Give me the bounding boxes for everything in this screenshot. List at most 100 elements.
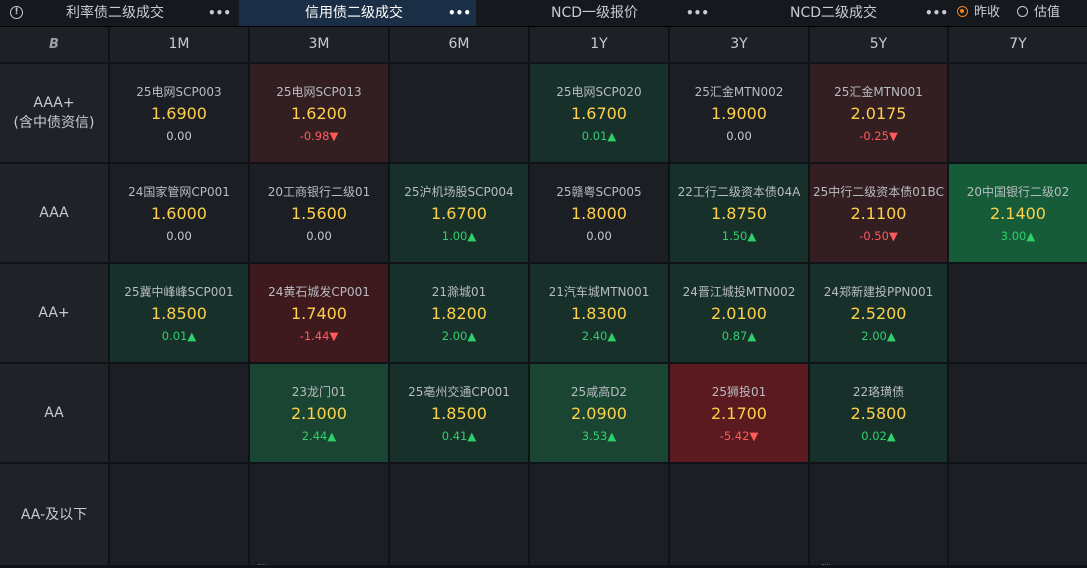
bond-cell[interactable]: 25咸高D2 2.0900 3.53▲ (530, 364, 668, 462)
bond-cell[interactable]: 21滁城01 1.8200 2.00▲ (390, 264, 528, 362)
bond-name: 24黄石城发CP001 (268, 285, 370, 299)
bond-name: 25冀中峰峰SCP001 (124, 285, 234, 299)
resize-grip[interactable] (822, 564, 830, 568)
bond-change: 0.87▲ (721, 329, 757, 343)
rating-label-line: (含中债资信) (13, 115, 95, 131)
empty-cell (250, 464, 388, 565)
tenor-header-1m[interactable]: 1M (110, 27, 248, 62)
bond-name: 22工行二级资本债04A (677, 185, 801, 199)
bond-cell[interactable]: 24晋江城投MTN002 2.0100 0.87▲ (670, 264, 808, 362)
tenor-header-6m[interactable]: 6M (390, 27, 528, 62)
bond-name: 25沪机场股SCP004 (404, 185, 514, 199)
bond-cell[interactable]: 25中行二级资本债01BC 2.1100 -0.50▼ (810, 164, 947, 262)
bond-yield: 1.6000 (151, 204, 207, 223)
tab-label: 信用债二级成交 (305, 5, 403, 21)
rating-label-line: AA-及以下 (20, 506, 88, 523)
bond-cell[interactable]: 23龙门01 2.1000 2.44▲ (250, 364, 388, 462)
bond-name: 25电网SCP013 (276, 85, 362, 99)
bond-yield: 2.5200 (850, 304, 907, 323)
bond-yield: 1.6700 (571, 104, 627, 123)
more-icon[interactable]: ••• (686, 0, 709, 26)
empty-cell (530, 464, 668, 565)
more-icon[interactable]: ••• (925, 0, 948, 26)
bond-yield: 1.8750 (711, 204, 767, 223)
bond-change: 1.00▲ (441, 229, 477, 243)
bond-name: 25汇金MTN002 (694, 85, 784, 99)
bond-yield: 1.9000 (711, 104, 767, 123)
more-icon[interactable]: ••• (448, 0, 471, 26)
bond-cell[interactable]: 25亳州交通CP001 1.8500 0.41▲ (390, 364, 528, 462)
bond-name: 25亳州交通CP001 (408, 385, 510, 399)
bond-yield: 2.1400 (990, 204, 1046, 223)
bond-cell[interactable]: 24郑新建投PPN001 2.5200 2.00▲ (810, 264, 947, 362)
bond-yield: 2.5800 (850, 404, 907, 423)
bond-cell[interactable]: 25冀中峰峰SCP001 1.8500 0.01▲ (110, 264, 248, 362)
empty-cell (949, 464, 1087, 565)
bond-cell[interactable]: 21汽车城MTN001 1.8300 2.40▲ (530, 264, 668, 362)
empty-cell (110, 464, 248, 565)
bond-cell[interactable]: 25赣粤SCP005 1.8000 0.00 (530, 164, 668, 262)
empty-cell (949, 364, 1087, 462)
tab-ncd-primary-quote[interactable]: NCD一级报价 ••• (478, 0, 715, 26)
rating-label-text: AA (44, 403, 64, 423)
bond-cell[interactable]: 20工商银行二级01 1.5600 0.00 (250, 164, 388, 262)
bond-yield: 2.1000 (291, 404, 347, 423)
bond-name: 20工商银行二级01 (267, 185, 371, 199)
tab-rate-bond-secondary[interactable]: 利率债二级成交 ••• (30, 0, 237, 26)
rating-label-line: AAA (39, 205, 69, 221)
bond-name: 25咸高D2 (570, 385, 628, 399)
tenor-header-1y[interactable]: 1Y (530, 27, 668, 62)
bond-yield: 1.8300 (571, 304, 627, 323)
rating-label-line: AA+ (38, 305, 70, 321)
rating-label-text: AA-及以下 (21, 505, 87, 525)
empty-cell (390, 64, 528, 162)
tab-label: NCD一级报价 (551, 5, 639, 21)
bond-change: -0.98▼ (299, 129, 339, 143)
bond-cell[interactable]: 25汇金MTN002 1.9000 0.00 (670, 64, 808, 162)
bond-change: 0.00 (166, 229, 192, 243)
bond-yield: 1.8500 (151, 304, 207, 323)
tab-credit-bond-secondary[interactable]: 信用债二级成交 ••• (239, 0, 476, 26)
rating-label-text: AAA+ (含中债资信) (14, 93, 95, 133)
rating-label: AA (0, 364, 108, 462)
resize-grip[interactable] (258, 564, 266, 568)
bond-yield: 1.7400 (291, 304, 347, 323)
bond-name: 24晋江城投MTN002 (682, 285, 796, 299)
more-icon[interactable]: ••• (208, 0, 231, 26)
bond-cell[interactable]: 25狮投01 2.1700 -5.42▼ (670, 364, 808, 462)
bond-yield: 1.5600 (291, 204, 347, 223)
bond-cell[interactable]: 25电网SCP003 1.6900 0.00 (110, 64, 248, 162)
empty-cell (949, 64, 1087, 162)
tenor-header-7y[interactable]: 7Y (949, 27, 1087, 62)
bond-cell[interactable]: 22工行二级资本债04A 1.8750 1.50▲ (670, 164, 808, 262)
empty-cell (670, 464, 808, 565)
bond-cell[interactable]: 25沪机场股SCP004 1.6700 1.00▲ (390, 164, 528, 262)
bond-cell[interactable]: 25电网SCP020 1.6700 0.01▲ (530, 64, 668, 162)
bond-cell[interactable]: 22珞璜债 2.5800 0.02▲ (810, 364, 947, 462)
bond-cell[interactable]: 25汇金MTN001 2.0175 -0.25▼ (810, 64, 947, 162)
bond-change: -0.50▼ (859, 229, 898, 243)
rating-label: AAA (0, 164, 108, 262)
bond-change: 2.00▲ (441, 329, 477, 343)
tenor-header-5y[interactable]: 5Y (810, 27, 947, 62)
tenor-header-3y[interactable]: 3Y (670, 27, 808, 62)
bond-cell[interactable]: 24国家管网CP001 1.6000 0.00 (110, 164, 248, 262)
tenor-header-3m[interactable]: 3M (250, 27, 388, 62)
bond-cell[interactable]: 20中国银行二级02 2.1400 3.00▲ (949, 164, 1087, 262)
bond-name: 25汇金MTN001 (834, 85, 923, 99)
bond-name: 21汽车城MTN001 (548, 285, 650, 299)
info-icon[interactable]: ! (10, 6, 23, 19)
bond-cell[interactable]: 25电网SCP013 1.6200 -0.98▼ (250, 64, 388, 162)
bond-cell[interactable]: 24黄石城发CP001 1.7400 -1.44▼ (250, 264, 388, 362)
rating-label-line: AAA+ (33, 95, 75, 111)
radio-prev-close[interactable]: 昨收 (957, 0, 1000, 26)
empty-cell (810, 464, 947, 565)
bond-name: 25赣粤SCP005 (556, 185, 642, 199)
tab-label: NCD二级成交 (790, 5, 878, 21)
radio-valuation[interactable]: 估值 (1017, 0, 1060, 26)
bond-name: 22珞璜债 (852, 385, 905, 399)
empty-cell (390, 464, 528, 565)
tab-ncd-secondary[interactable]: NCD二级成交 ••• (717, 0, 948, 26)
bond-name: 25中行二级资本债01BC (813, 185, 944, 199)
bond-name: 25电网SCP003 (136, 85, 222, 99)
